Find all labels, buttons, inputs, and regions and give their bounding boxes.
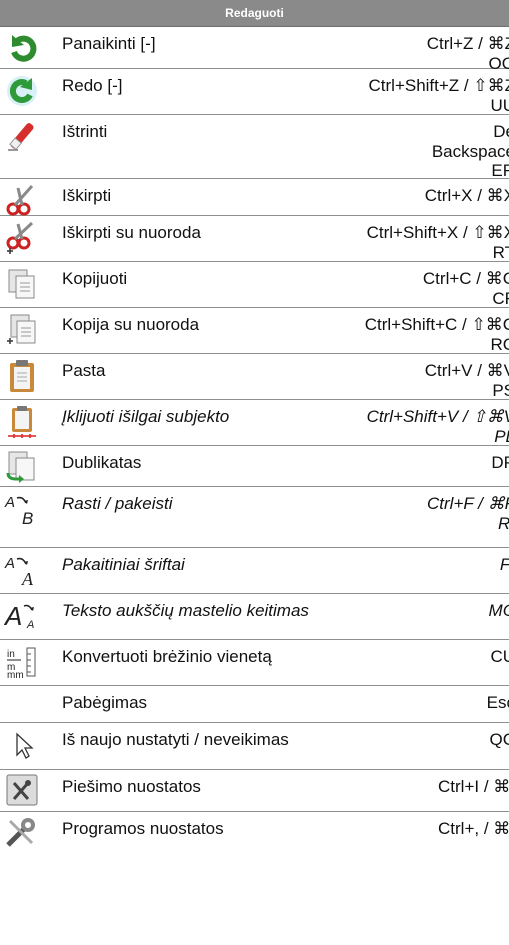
svg-text:in: in [7,649,15,660]
copy-base-icon [4,313,40,347]
eraser-icon [4,120,40,154]
substitute-fonts-shortcut: FI [500,555,509,575]
menu-item-scale-text-heights[interactable]: AA Teksto aukščių mastelio keitimas MC [0,594,509,640]
menu-item-reset-idle[interactable]: Iš naujo nustatyti / neveikimas QC [0,723,509,770]
paste-shortcut: Ctrl+V / ⌘VPS [424,361,509,400]
cut-with-base-shortcut: Ctrl+Shift+X / ⇧⌘XRT [366,223,509,262]
edit-menu: Panaikinti [-] Ctrl+Z / ⌘Z OO Redo [-] Ct… [0,27,509,852]
redo-label: Redo [-] [62,76,123,95]
menu-item-redo[interactable]: Redo [-] Ctrl+Shift+Z / ⇧⌘Z UU [0,69,509,115]
find-replace-shortcut: Ctrl+F / ⌘FRI [427,494,509,533]
duplicate-label: Dublikatas [62,453,142,472]
app-settings-icon [4,815,40,849]
copy-icon [4,267,40,301]
menu-item-convert-units[interactable]: in m mm Konvertuoti brėžinio vienetą CU [0,640,509,686]
svg-text:A: A [4,494,15,511]
app-settings-label: Programos nuostatos [62,819,224,838]
cut-with-base-label: Iškirpti su nuoroda [62,223,201,242]
find-replace-label: Rasti / pakeisti [62,494,173,513]
erase-shortcut: DeBackspaceER [431,122,509,180]
svg-text:A: A [4,601,22,631]
substitute-fonts-label: Pakaitiniai šriftai [62,555,185,574]
convert-units-shortcut: CU [490,647,509,666]
text-height-scale-icon: AA [4,599,40,633]
menu-item-cut-with-base[interactable]: Iškirpti su nuoroda Ctrl+Shift+X / ⇧⌘XRT [0,216,509,262]
svg-text:A: A [21,569,34,587]
menu-item-cut[interactable]: Iškirpti Ctrl+X / ⌘X [0,179,509,216]
scissors-icon [4,182,40,216]
menu-item-erase[interactable]: Ištrinti DeBackspaceER [0,115,509,180]
erase-label: Ištrinti [62,122,108,141]
cursor-icon [4,728,40,762]
svg-text:mm: mm [7,670,24,679]
escape-label: Pabėgimas [62,693,148,712]
scale-text-heights-label: Teksto aukščių mastelio keitimas [62,601,309,620]
menu-item-paste-along-entity[interactable]: Įklijuoti išilgai subjekto Ctrl+Shift+V … [0,400,509,446]
paste-along-entity-label: Įklijuoti išilgai subjekto [62,407,230,426]
escape-shortcut: Esc [486,693,509,712]
menu-item-app-settings[interactable]: Programos nuostatos Ctrl+, / ⌘, [0,812,509,852]
menu-title: Redaguoti [0,0,509,27]
copy-label: Kopijuoti [62,269,128,288]
cut-label: Iškirpti [62,186,112,205]
scale-text-heights-shortcut: MC [488,601,509,620]
menu-item-undo[interactable]: Panaikinti [-] Ctrl+Z / ⌘Z OO [0,27,509,73]
copy-shortcut: Ctrl+C / ⌘CCF [422,269,509,308]
drawing-settings-icon [4,773,40,807]
find-replace-icon: AB [4,492,40,526]
reset-idle-label: Iš naujo nustatyti / neveikimas [62,730,289,749]
copy-with-base-label: Kopija su nuoroda [62,315,200,334]
undo-label: Panaikinti [-] [62,34,156,53]
drawing-settings-label: Piešimo nuostatos [62,777,201,796]
convert-units-label: Konvertuoti brėžinio vienetą [62,647,272,666]
svg-text:A: A [4,555,15,572]
substitute-fonts-icon: AA [4,553,40,587]
menu-item-find-replace[interactable]: AB Rasti / pakeisti Ctrl+F / ⌘FRI [0,487,509,548]
cut-shortcut: Ctrl+X / ⌘X [424,186,509,205]
menu-item-drawing-settings[interactable]: Piešimo nuostatos Ctrl+I / ⌘I [0,770,509,812]
copy-with-base-shortcut: Ctrl+Shift+C / ⇧⌘C RC [364,315,509,354]
menu-item-copy-with-base[interactable]: Kopija su nuoroda Ctrl+Shift+C / ⇧⌘C RC [0,308,509,354]
undo-shortcut: Ctrl+Z / ⌘Z OO [426,34,509,73]
duplicate-shortcut: DP [491,453,509,472]
scissors-base-icon [4,221,40,255]
menu-item-substitute-fonts[interactable]: AA Pakaitiniai šriftai FI [0,548,509,594]
redo-shortcut: Ctrl+Shift+Z / ⇧⌘Z UU [368,76,509,115]
app-settings-shortcut: Ctrl+, / ⌘, [438,819,509,838]
menu-item-escape[interactable]: Pabėgimas Esc [0,686,509,723]
menu-item-copy[interactable]: Kopijuoti Ctrl+C / ⌘CCF [0,262,509,308]
paste-label: Pasta [62,361,106,380]
menu-item-duplicate[interactable]: Dublikatas DP [0,446,509,487]
drawing-settings-shortcut: Ctrl+I / ⌘I [438,777,509,796]
undo-icon [4,32,40,66]
reset-idle-shortcut: QC [489,730,509,749]
svg-text:A: A [26,619,34,631]
svg-text:B: B [22,509,33,526]
duplicate-icon [4,449,40,483]
paste-along-entity-shortcut: Ctrl+Shift+V / ⇧⌘VPL [366,407,509,446]
redo-icon [4,74,40,108]
paste-icon [4,359,40,393]
paste-along-entity-icon [4,405,40,439]
convert-units-icon: in m mm [4,645,40,679]
menu-item-paste[interactable]: Pasta Ctrl+V / ⌘VPS [0,354,509,400]
